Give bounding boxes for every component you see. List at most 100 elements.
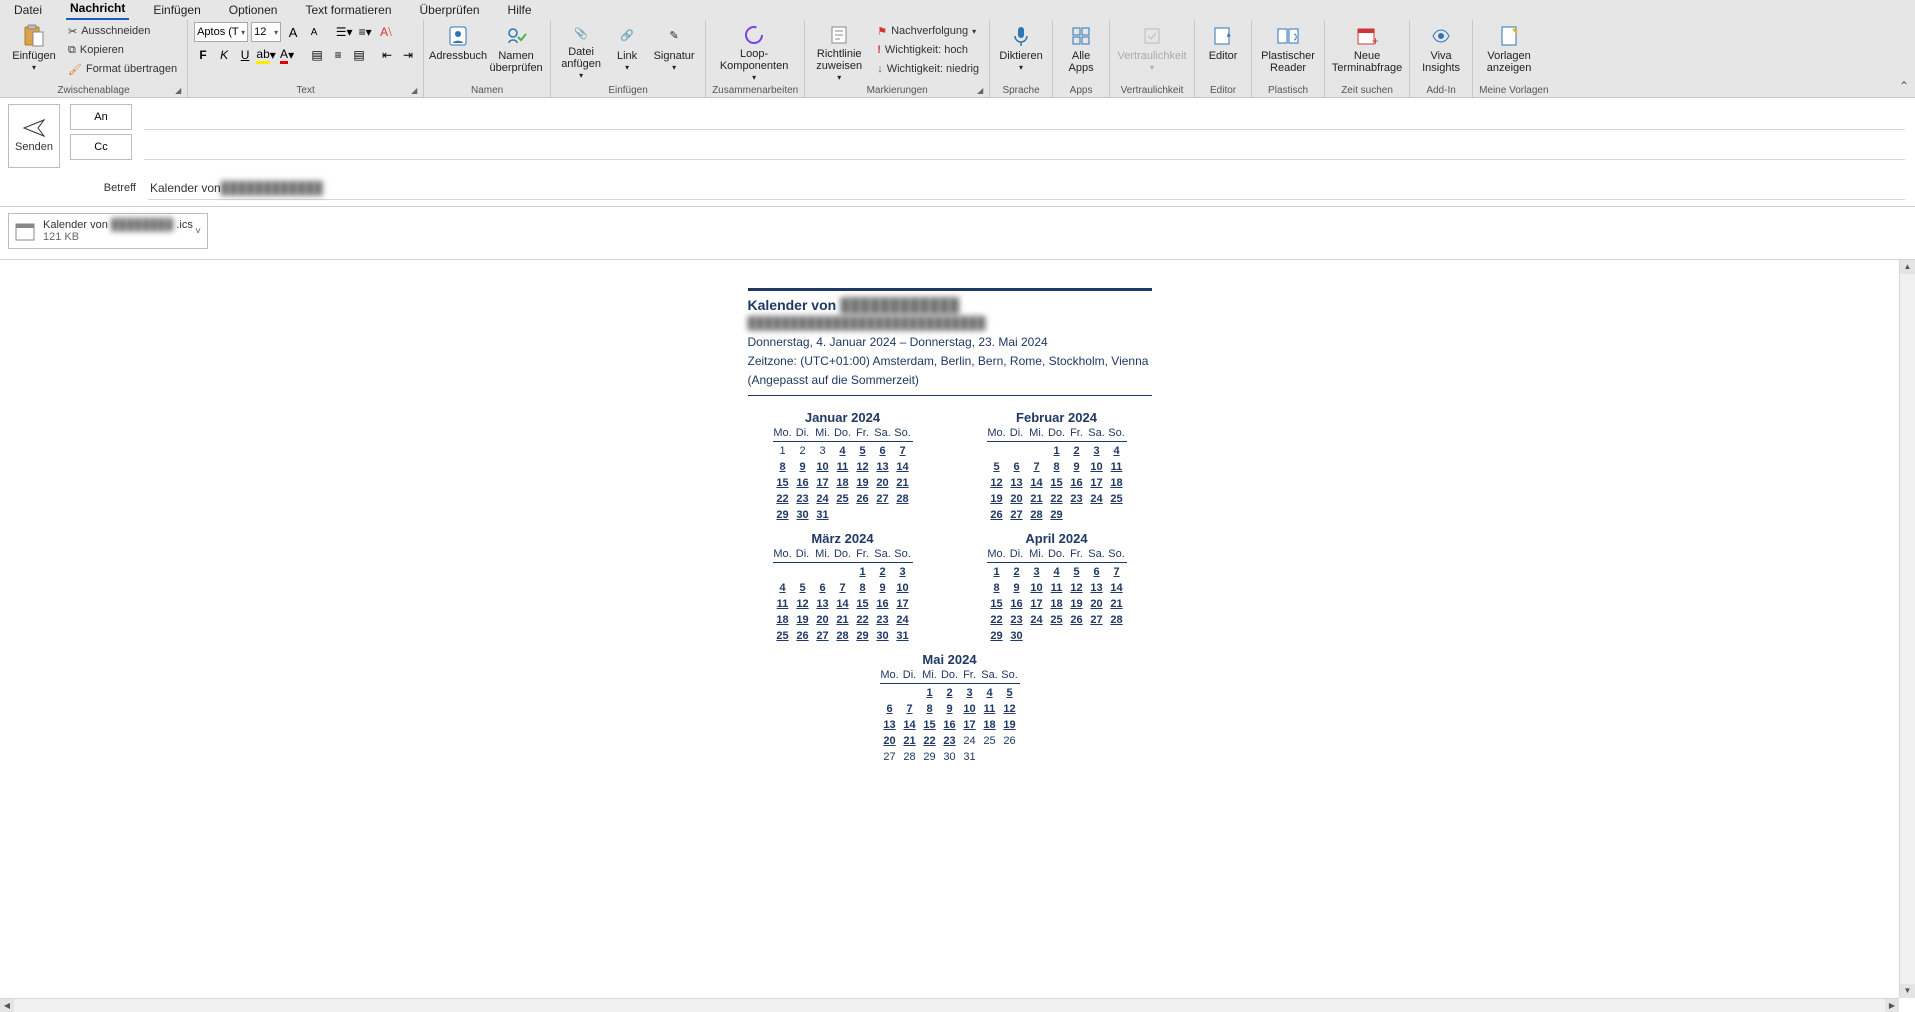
calendar-day[interactable]: 28	[900, 749, 920, 765]
calendar-day[interactable]: 25	[1107, 491, 1127, 507]
calendar-day[interactable]: 27	[1087, 612, 1107, 628]
calendar-day[interactable]: 1	[853, 564, 873, 580]
calendar-day[interactable]: 18	[1107, 475, 1127, 491]
importance-low-button[interactable]: ↓Wichtigkeit: niedrig	[873, 60, 983, 78]
calendar-day[interactable]: 1	[1047, 443, 1067, 459]
font-name-select[interactable]: Aptos (T	[194, 22, 248, 42]
scroll-left-button[interactable]: ◀	[0, 999, 14, 1012]
calendar-day[interactable]: 25	[773, 628, 793, 644]
calendar-day[interactable]: 5	[853, 443, 873, 459]
calendar-day[interactable]: 23	[1067, 491, 1087, 507]
calendar-day[interactable]: 6	[873, 443, 893, 459]
calendar-day[interactable]: 30	[940, 749, 960, 765]
calendar-day[interactable]: 29	[853, 628, 873, 644]
calendar-day[interactable]: 27	[813, 628, 833, 644]
calendar-day[interactable]: 16	[873, 596, 893, 612]
calendar-day[interactable]: 22	[920, 733, 940, 749]
format-painter-button[interactable]: 🖌 Format übertragen	[64, 60, 181, 78]
calendar-day[interactable]: 6	[880, 701, 900, 717]
assign-policy-button[interactable]: Richtlinie zuweisen▾	[811, 22, 867, 82]
calendar-day[interactable]: 2	[1067, 443, 1087, 459]
calendar-day[interactable]: 29	[773, 507, 793, 523]
highlight-button[interactable]: ab▾	[257, 46, 275, 64]
calendar-day[interactable]: 1	[773, 443, 793, 459]
followup-button[interactable]: ⚑Nachverfolgung▾	[873, 22, 983, 40]
calendar-day[interactable]: 14	[900, 717, 920, 733]
message-body-scroll[interactable]: Kalender von ████████████ ██████████████…	[0, 260, 1899, 998]
calendar-day[interactable]: 11	[773, 596, 793, 612]
calendar-day[interactable]: 17	[813, 475, 833, 491]
calendar-day[interactable]: 15	[853, 596, 873, 612]
calendar-day[interactable]: 21	[833, 612, 853, 628]
calendar-day[interactable]: 18	[980, 717, 1000, 733]
calendar-day[interactable]: 15	[1047, 475, 1067, 491]
dialog-launcher-icon[interactable]: ◢	[175, 86, 185, 96]
viva-insights-button[interactable]: Viva Insights	[1416, 22, 1466, 82]
calendar-day[interactable]: 25	[833, 491, 853, 507]
calendar-day[interactable]: 16	[940, 717, 960, 733]
calendar-day[interactable]: 15	[773, 475, 793, 491]
bullets-button[interactable]: ☰▾	[335, 23, 353, 41]
calendar-day[interactable]: 11	[980, 701, 1000, 717]
calendar-day[interactable]: 13	[873, 459, 893, 475]
calendar-day[interactable]: 12	[853, 459, 873, 475]
calendar-day[interactable]: 20	[1007, 491, 1027, 507]
calendar-day[interactable]: 29	[1047, 507, 1067, 523]
calendar-day[interactable]: 3	[1087, 443, 1107, 459]
tab-optionen[interactable]: Optionen	[225, 1, 282, 20]
chevron-down-icon[interactable]: ˅	[195, 226, 201, 237]
calendar-day[interactable]: 7	[833, 580, 853, 596]
calendar-day[interactable]: 9	[1067, 459, 1087, 475]
sensitivity-button[interactable]: Vertraulichkeit▾	[1116, 22, 1188, 82]
calendar-day[interactable]: 3	[1027, 564, 1047, 580]
calendar-day[interactable]: 12	[793, 596, 813, 612]
calendar-day[interactable]: 9	[873, 580, 893, 596]
calendar-day[interactable]: 11	[833, 459, 853, 475]
calendar-day[interactable]: 12	[987, 475, 1007, 491]
calendar-day[interactable]: 20	[1087, 596, 1107, 612]
show-templates-button[interactable]: Vorlagen anzeigen	[1479, 22, 1539, 82]
italic-button[interactable]: K	[215, 46, 233, 64]
calendar-day[interactable]: 9	[793, 459, 813, 475]
calendar-day[interactable]: 10	[1087, 459, 1107, 475]
calendar-day[interactable]: 13	[1007, 475, 1027, 491]
calendar-day[interactable]: 14	[893, 459, 913, 475]
collapse-ribbon-button[interactable]: ⌃	[1899, 79, 1909, 93]
cc-button[interactable]: Cc	[70, 134, 132, 160]
calendar-day[interactable]: 4	[773, 580, 793, 596]
calendar-day[interactable]: 17	[1087, 475, 1107, 491]
calendar-day[interactable]: 14	[1027, 475, 1047, 491]
calendar-day[interactable]: 19	[793, 612, 813, 628]
calendar-day[interactable]: 30	[1007, 628, 1027, 644]
calendar-day[interactable]: 6	[813, 580, 833, 596]
align-center-button[interactable]: ≡	[329, 46, 347, 64]
calendar-day[interactable]: 12	[1067, 580, 1087, 596]
horizontal-scrollbar[interactable]: ◀ ▶	[0, 998, 1899, 1012]
numbering-button[interactable]: ≡▾	[356, 23, 374, 41]
calendar-day[interactable]: 26	[793, 628, 813, 644]
tab-datei[interactable]: Datei	[10, 1, 46, 20]
calendar-day[interactable]: 26	[987, 507, 1007, 523]
calendar-day[interactable]: 29	[920, 749, 940, 765]
loop-button[interactable]: Loop-Komponenten▾	[712, 22, 796, 82]
calendar-day[interactable]: 5	[1000, 685, 1020, 701]
all-apps-button[interactable]: Alle Apps	[1059, 22, 1103, 82]
calendar-day[interactable]: 8	[773, 459, 793, 475]
calendar-day[interactable]: 19	[853, 475, 873, 491]
calendar-day[interactable]: 10	[1027, 580, 1047, 596]
link-button[interactable]: 🔗 Link▾	[607, 22, 647, 82]
calendar-day[interactable]: 31	[813, 507, 833, 523]
calendar-day[interactable]: 17	[960, 717, 980, 733]
calendar-day[interactable]: 19	[987, 491, 1007, 507]
calendar-day[interactable]: 8	[853, 580, 873, 596]
bold-button[interactable]: F	[194, 46, 212, 64]
calendar-day[interactable]: 24	[960, 733, 980, 749]
align-right-button[interactable]: ▤	[350, 46, 368, 64]
calendar-day[interactable]: 7	[893, 443, 913, 459]
calendar-day[interactable]: 13	[813, 596, 833, 612]
to-button[interactable]: An	[70, 104, 132, 130]
calendar-day[interactable]: 4	[833, 443, 853, 459]
calendar-day[interactable]: 13	[880, 717, 900, 733]
cut-button[interactable]: ✂ Ausschneiden	[64, 22, 181, 40]
font-color-button[interactable]: A▾	[278, 46, 296, 64]
